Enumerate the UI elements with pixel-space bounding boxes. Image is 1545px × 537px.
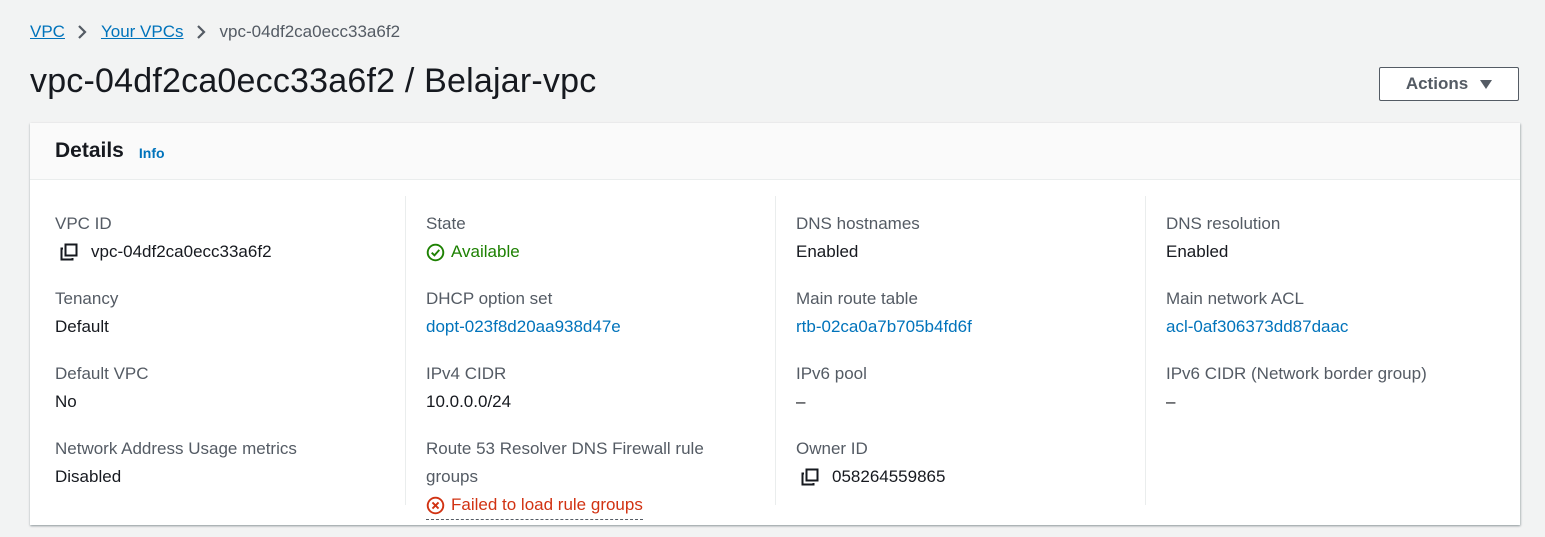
check-circle-icon	[426, 243, 445, 262]
field-value: 058264559865	[796, 463, 945, 491]
field-ipv6-pool: IPv6 pool –	[796, 360, 867, 416]
vpc-id-value: vpc-04df2ca0ecc33a6f2	[91, 242, 272, 261]
breadcrumb-current: vpc-04df2ca0ecc33a6f2	[219, 22, 401, 41]
field-dns-resolution: DNS resolution Enabled	[1166, 210, 1280, 266]
info-link[interactable]: Info	[139, 145, 165, 161]
breadcrumb-link-your-vpcs[interactable]: Your VPCs	[101, 22, 184, 42]
field-vpc-id: VPC ID vpc-04df2ca0ecc33a6f2	[55, 210, 272, 266]
field-label: Tenancy	[55, 289, 119, 308]
details-grid: VPC ID vpc-04df2ca0ecc33a6f2 Tenancy Def…	[30, 180, 1520, 525]
main-route-table-link[interactable]: rtb-02ca0a7b705b4fd6f	[796, 313, 972, 341]
copy-icon[interactable]	[60, 243, 78, 261]
field-route53-firewall-rule-groups: Route 53 Resolver DNS Firewall rule grou…	[426, 435, 704, 520]
field-label: IPv6 CIDR (Network border group)	[1166, 364, 1427, 383]
dhcp-option-set-link[interactable]: dopt-023f8d20aa938d47e	[426, 313, 621, 341]
field-value: Enabled	[796, 242, 859, 261]
field-label: Main route table	[796, 289, 918, 308]
details-header: Details Info	[30, 123, 1520, 180]
field-main-route-table: Main route table rtb-02ca0a7b705b4fd6f	[796, 285, 972, 341]
field-value: Failed to load rule groups	[426, 491, 704, 520]
field-label: State	[426, 214, 466, 233]
chevron-right-icon	[196, 24, 206, 40]
field-label: Main network ACL	[1166, 289, 1304, 308]
breadcrumb-link-vpc[interactable]: VPC	[30, 22, 65, 42]
field-value: Enabled	[1166, 242, 1229, 261]
field-label: VPC ID	[55, 214, 112, 233]
field-label: IPv4 CIDR	[426, 364, 507, 383]
details-title: Details	[55, 139, 124, 162]
owner-id-value: 058264559865	[832, 467, 946, 486]
field-tenancy: Tenancy Default	[55, 285, 118, 341]
field-value: Default	[55, 317, 109, 336]
field-label: IPv6 pool	[796, 364, 867, 383]
actions-button-label: Actions	[1405, 74, 1469, 93]
field-dns-hostnames: DNS hostnames Enabled	[796, 210, 920, 266]
rule-groups-error[interactable]: Failed to load rule groups	[426, 491, 643, 520]
field-label: DNS hostnames	[796, 214, 920, 233]
field-label: DHCP option set	[426, 289, 553, 308]
page-title: vpc-04df2ca0ecc33a6f2 / Belajar-vpc	[30, 62, 597, 100]
field-state: State Available	[426, 210, 520, 266]
field-value: No	[55, 392, 77, 411]
field-owner-id: Owner ID 058264559865	[796, 435, 945, 491]
main-network-acl-link[interactable]: acl-0af306373dd87daac	[1166, 313, 1348, 341]
field-label: DNS resolution	[1166, 214, 1281, 233]
field-label: Network Address Usage metrics	[55, 439, 297, 458]
state-value: Available	[451, 242, 520, 261]
field-label: Route 53 Resolver DNS Firewall rule	[426, 439, 704, 458]
details-column-1: VPC ID vpc-04df2ca0ecc33a6f2 Tenancy Def…	[30, 196, 405, 505]
field-dhcp-option-set: DHCP option set dopt-023f8d20aa938d47e	[426, 285, 621, 341]
breadcrumb: VPC Your VPCs vpc-04df2ca0ecc33a6f2	[30, 21, 400, 43]
field-ipv6-cidr: IPv6 CIDR (Network border group) –	[1166, 360, 1427, 416]
caret-down-icon	[1480, 79, 1493, 89]
chevron-right-icon	[77, 24, 87, 40]
field-label: Default VPC	[55, 364, 149, 383]
field-value: vpc-04df2ca0ecc33a6f2	[55, 238, 272, 266]
field-label: Owner ID	[796, 439, 868, 458]
field-value: –	[1166, 392, 1176, 411]
field-default-vpc: Default VPC No	[55, 360, 149, 416]
field-value: –	[796, 392, 806, 411]
details-panel: Details Info VPC ID vpc-04df2ca0ecc33a6f…	[30, 123, 1520, 525]
details-column-3: DNS hostnames Enabled Main route table r…	[775, 196, 1145, 505]
actions-button[interactable]: Actions	[1379, 67, 1519, 101]
field-value: Available	[426, 238, 520, 266]
details-column-2: State Available DHCP option set dopt-023…	[405, 196, 775, 520]
field-value: 10.0.0.0/24	[426, 392, 512, 411]
copy-icon[interactable]	[801, 468, 819, 486]
field-network-address-usage-metrics: Network Address Usage metrics Disabled	[55, 435, 297, 491]
field-label: groups	[426, 467, 478, 486]
field-value: Disabled	[55, 467, 122, 486]
field-main-network-acl: Main network ACL acl-0af306373dd87daac	[1166, 285, 1348, 341]
error-circle-icon	[426, 496, 445, 515]
details-column-4: DNS resolution Enabled Main network ACL …	[1145, 196, 1520, 505]
field-ipv4-cidr: IPv4 CIDR 10.0.0.0/24	[426, 360, 511, 416]
rule-groups-error-text: Failed to load rule groups	[451, 495, 643, 514]
